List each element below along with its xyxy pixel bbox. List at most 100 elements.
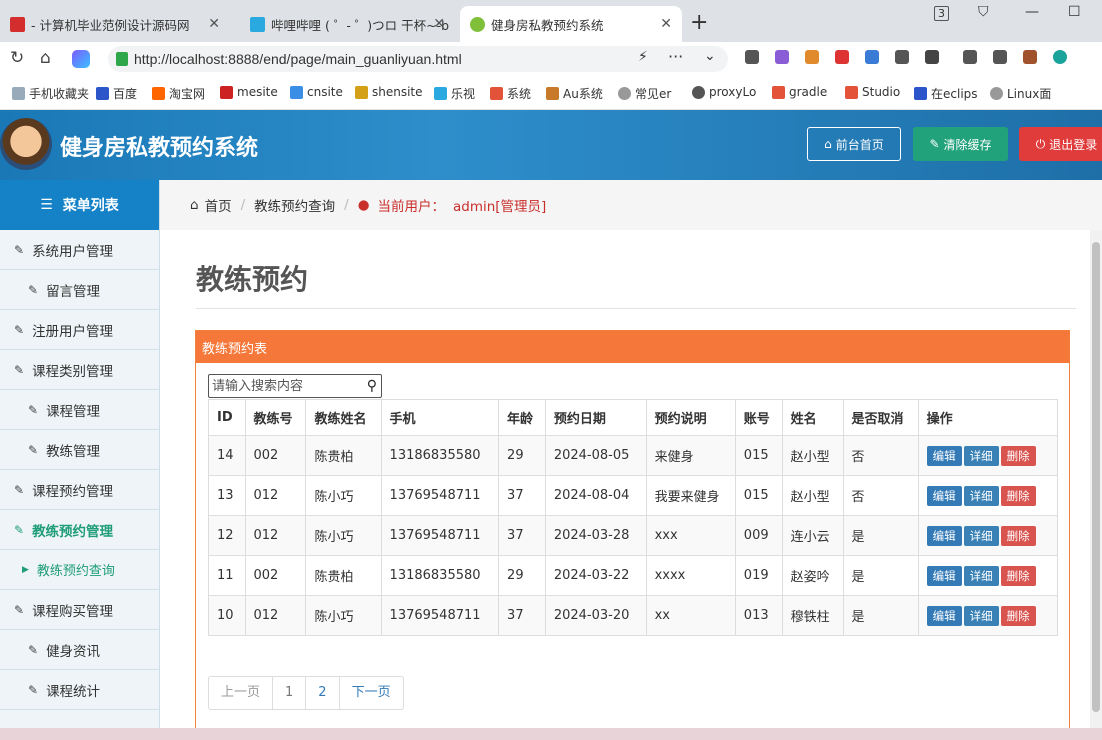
ai-icon[interactable] — [72, 50, 90, 68]
col-phone[interactable]: 手机 — [380, 399, 500, 436]
minimize-icon[interactable]: — — [1025, 4, 1039, 20]
leaf-icon — [470, 16, 485, 32]
col-age[interactable]: 年龄 — [498, 399, 546, 436]
sidebar-item-system-users[interactable]: ✎ 系统用户管理 — [0, 230, 159, 270]
bookmark-item[interactable]: 百度 — [96, 85, 137, 102]
next-page-button[interactable]: 下一页 — [340, 677, 403, 709]
sidebar-item-registered-users[interactable]: ✎ 注册用户管理 — [0, 310, 159, 350]
detail-button[interactable]: 详细 — [963, 485, 999, 506]
sidebar-item-courses[interactable]: ✎ 课程管理 — [0, 390, 159, 430]
sidebar-item-fitness-news[interactable]: ✎ 健身资讯 — [0, 630, 159, 670]
url-field[interactable]: http://localhost:8888/end/page/main_guan… — [108, 46, 728, 72]
page-2-button[interactable]: 2 — [306, 677, 340, 709]
mail-icon[interactable] — [865, 50, 879, 64]
bookmark-item[interactable]: 在eclips — [914, 85, 978, 102]
bookmark-item[interactable]: Au系统 — [546, 85, 603, 102]
sidebar-item-coaches[interactable]: ✎ 教练管理 — [0, 430, 159, 470]
undo-icon[interactable] — [993, 50, 1007, 64]
edit-button[interactable]: 编辑 — [926, 525, 962, 546]
close-tab-icon[interactable]: ✕ — [433, 16, 445, 32]
new-tab-icon[interactable]: + — [690, 10, 708, 35]
delete-button[interactable]: 删除 — [1000, 485, 1036, 506]
col-coach-no[interactable]: 教练号 — [244, 399, 307, 436]
sidebar-item-course-categories[interactable]: ✎ 课程类别管理 — [0, 350, 159, 390]
close-tab-icon[interactable]: ✕ — [660, 16, 672, 32]
search-icon[interactable]: ⚲ — [367, 378, 377, 394]
sidebar-item-coach-bookings[interactable]: ✎ 教练预约管理 — [0, 510, 159, 550]
browser-tab[interactable]: 哔哩哔哩 ( ゜- ゜)つロ 干杯~-b ✕ — [240, 6, 455, 42]
front-home-button[interactable]: ⌂ 前台首页 — [807, 127, 901, 161]
breadcrumb-home[interactable]: 首页 — [205, 195, 232, 215]
sidebar-item-coach-booking-query[interactable]: ▶ 教练预约查询 — [0, 550, 159, 590]
chevron-down-icon[interactable]: ⌄ — [704, 48, 716, 64]
more-icon[interactable]: ··· — [668, 47, 683, 66]
col-coach-name[interactable]: 教练姓名 — [305, 399, 382, 436]
browser-tab[interactable]: - 计算机毕业范例设计源码网 ✕ — [0, 6, 230, 42]
col-date[interactable]: 预约日期 — [544, 399, 647, 436]
delete-button[interactable]: 删除 — [1000, 565, 1036, 586]
browser-tab-active[interactable]: 健身房私教预约系统 ✕ — [460, 6, 682, 42]
detail-button[interactable]: 详细 — [963, 565, 999, 586]
bookmark-item[interactable]: cnsite — [290, 85, 343, 99]
col-note[interactable]: 预约说明 — [645, 399, 736, 436]
bookmark-item[interactable]: shensite — [355, 85, 423, 99]
bookmark-item[interactable]: 常见er — [618, 85, 671, 102]
logout-button[interactable]: ⏻ 退出登录 — [1019, 127, 1102, 161]
sidebar-item-messages[interactable]: ✎ 留言管理 — [0, 270, 159, 310]
col-id[interactable]: ID — [208, 399, 246, 436]
bookmark-item[interactable]: Studio — [845, 85, 900, 99]
sidebar-item-course-stats[interactable]: ✎ 课程统计 — [0, 670, 159, 710]
reload-icon[interactable]: ↻ — [10, 48, 24, 68]
app-header: 健身房私教预约系统 ⌂ 前台首页 ✎ 清除缓存 ⏻ 退出登录 — [0, 110, 1102, 180]
scrollbar-thumb[interactable] — [1092, 242, 1100, 712]
detail-button[interactable]: 详细 — [963, 605, 999, 626]
edit-button[interactable]: 编辑 — [926, 605, 962, 626]
tab-count-icon[interactable]: 3 — [934, 6, 949, 21]
sidebar-item-course-bookings[interactable]: ✎ 课程预约管理 — [0, 470, 159, 510]
clear-cache-button[interactable]: ✎ 清除缓存 — [913, 127, 1008, 161]
save-icon[interactable] — [895, 50, 909, 64]
page-1-button[interactable]: 1 — [273, 677, 307, 709]
bookmark-item[interactable]: Linux面 — [990, 85, 1051, 102]
bookmark-item[interactable]: proxyLo — [692, 85, 756, 99]
translate-icon[interactable] — [775, 50, 789, 64]
table-cell: 37 — [498, 595, 546, 636]
detail-button[interactable]: 详细 — [963, 525, 999, 546]
close-tab-icon[interactable]: ✕ — [208, 16, 220, 32]
bookmark-item[interactable]: 系统 — [490, 85, 531, 102]
edit-button[interactable]: 编辑 — [926, 565, 962, 586]
page-scrollbar[interactable] — [1090, 230, 1102, 740]
bookmark-item[interactable]: gradle — [772, 85, 827, 99]
weibo-icon[interactable] — [835, 50, 849, 64]
cut-icon[interactable] — [745, 50, 759, 64]
wrench-icon: ✎ — [929, 137, 940, 151]
sync-icon[interactable] — [1053, 50, 1067, 64]
breadcrumb-current: 教练预约查询 — [254, 199, 336, 215]
detail-button[interactable]: 详细 — [963, 445, 999, 466]
bookmark-item[interactable]: 淘宝网 — [152, 85, 205, 102]
col-name[interactable]: 姓名 — [781, 399, 844, 436]
delete-button[interactable]: 删除 — [1000, 445, 1036, 466]
globe-icon — [618, 87, 631, 100]
extension-icon[interactable] — [805, 50, 819, 64]
puzzle-icon[interactable] — [925, 50, 939, 64]
download-icon[interactable] — [963, 50, 977, 64]
briefcase-icon[interactable] — [1023, 50, 1037, 64]
edit-button[interactable]: 编辑 — [926, 445, 962, 466]
shirt-icon[interactable]: ⛉ — [978, 4, 989, 20]
maximize-icon[interactable]: ☐ — [1068, 4, 1081, 20]
delete-button[interactable]: 删除 — [1000, 525, 1036, 546]
bookmark-item[interactable]: 手机收藏夹 — [12, 85, 89, 102]
search-input[interactable] — [212, 376, 362, 396]
delete-button[interactable]: 删除 — [1000, 605, 1036, 626]
col-account[interactable]: 账号 — [734, 399, 783, 436]
home-icon[interactable]: ⌂ — [40, 48, 51, 68]
lightning-icon[interactable]: ⚡ — [638, 49, 648, 65]
bookmark-item[interactable]: 乐视 — [434, 85, 475, 102]
bookmark-item[interactable]: mesite — [220, 85, 278, 99]
sidebar-item-course-purchases[interactable]: ✎ 课程购买管理 — [0, 590, 159, 630]
edit-button[interactable]: 编辑 — [926, 485, 962, 506]
col-cancelled[interactable]: 是否取消 — [842, 399, 919, 436]
prev-page-button[interactable]: 上一页 — [209, 677, 274, 709]
table-cell: 012 — [244, 515, 307, 556]
